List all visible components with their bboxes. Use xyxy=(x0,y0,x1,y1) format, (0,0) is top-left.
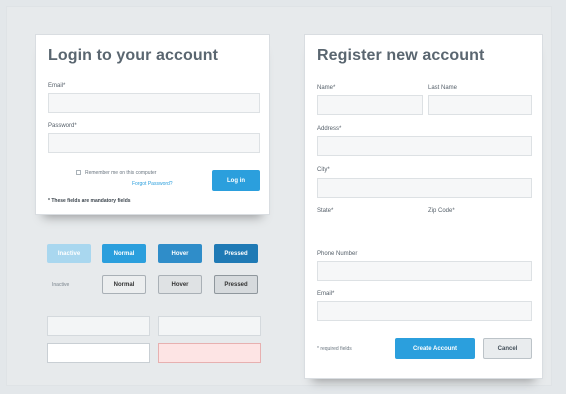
phone-label: Phone Number xyxy=(317,251,358,257)
pressed-outline-button[interactable]: Pressed xyxy=(214,275,258,294)
email-label: Email* xyxy=(48,83,66,89)
register-required-note: * required fields xyxy=(317,346,352,352)
hover-outline-button[interactable]: Hover xyxy=(158,275,202,294)
inactive-outline-label: Inactive xyxy=(52,282,70,288)
login-password-input[interactable] xyxy=(48,133,260,153)
pressed-button[interactable]: Pressed xyxy=(214,244,258,263)
login-required-note: * These fields are mandatory fields xyxy=(48,198,131,204)
last-name-label: Last Name xyxy=(428,85,458,91)
zip-label: Zip Code* xyxy=(428,208,455,214)
name-input[interactable] xyxy=(317,95,423,115)
remember-label: Remember me on this computer xyxy=(85,170,157,176)
login-panel: Login to your account Email* Password* R… xyxy=(35,34,270,215)
forgot-password-link[interactable]: Forgot Password? xyxy=(132,181,173,187)
city-input[interactable] xyxy=(317,178,532,198)
address-input[interactable] xyxy=(317,136,532,156)
login-button[interactable]: Log in xyxy=(212,170,260,191)
register-panel: Register new account Name* Last Name Add… xyxy=(304,34,543,379)
normal-outline-button[interactable]: Normal xyxy=(102,275,146,294)
field-state-inactive[interactable] xyxy=(47,316,150,336)
address-label: Address* xyxy=(317,126,342,132)
create-account-button[interactable]: Create Account xyxy=(395,338,475,359)
field-state-normal[interactable] xyxy=(158,316,261,336)
city-label: City* xyxy=(317,167,330,173)
state-label: State* xyxy=(317,208,334,214)
register-email-input[interactable] xyxy=(317,301,532,321)
register-email-label: Email* xyxy=(317,291,335,297)
normal-button[interactable]: Normal xyxy=(102,244,146,263)
register-title: Register new account xyxy=(317,47,485,64)
cancel-button[interactable]: Cancel xyxy=(483,338,532,359)
inactive-button[interactable]: Inactive xyxy=(47,244,91,263)
field-state-focus[interactable] xyxy=(47,343,150,363)
login-title: Login to your account xyxy=(48,47,219,64)
name-label: Name* xyxy=(317,85,336,91)
login-email-input[interactable] xyxy=(48,93,260,113)
remember-checkbox[interactable] xyxy=(76,170,81,175)
last-name-input[interactable] xyxy=(428,95,532,115)
field-state-error[interactable] xyxy=(158,343,261,363)
phone-input[interactable] xyxy=(317,261,532,281)
password-label: Password* xyxy=(48,123,77,129)
hover-button[interactable]: Hover xyxy=(158,244,202,263)
